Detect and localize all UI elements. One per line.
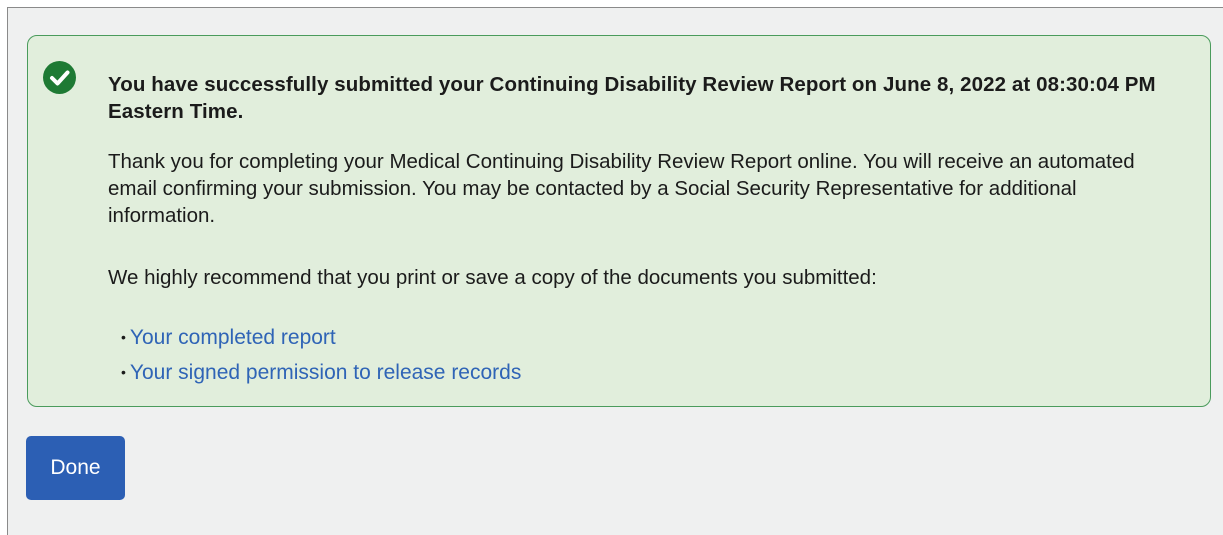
success-alert: You have successfully submitted your Con… <box>27 35 1211 407</box>
check-circle-icon <box>43 61 76 94</box>
alert-heading: You have successfully submitted your Con… <box>108 73 1156 123</box>
alert-body-text: Thank you for completing your Medical Co… <box>108 150 1135 227</box>
bullet-icon: • <box>121 329 126 345</box>
signed-permission-link[interactable]: Your signed permission to release record… <box>130 361 521 384</box>
document-list: • Your completed report • Your signed perm… <box>121 320 521 390</box>
completed-report-link[interactable]: Your completed report <box>130 326 336 349</box>
recommendation-text: We highly recommend that you print or sa… <box>108 266 877 289</box>
list-item: • Your completed report <box>121 320 521 355</box>
page-frame: You have successfully submitted your Con… <box>7 7 1223 535</box>
done-button[interactable]: Done <box>26 436 125 500</box>
list-item: • Your signed permission to release recor… <box>121 355 521 390</box>
bullet-icon: • <box>121 364 126 380</box>
